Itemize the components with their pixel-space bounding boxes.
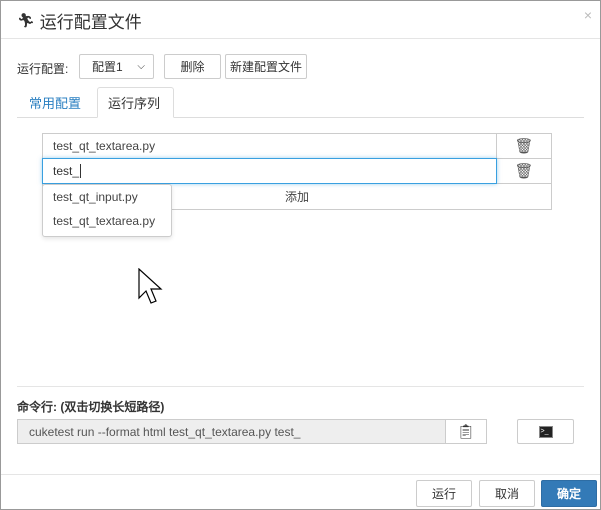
copy-command-button[interactable]: 📋︎ bbox=[445, 419, 487, 444]
tab-sequence[interactable]: 运行序列 bbox=[97, 87, 174, 118]
cancel-button[interactable]: 取消 bbox=[479, 480, 535, 507]
chevron-down-icon: ⌵ bbox=[137, 61, 145, 72]
autocomplete-option[interactable]: test_qt_input.py bbox=[43, 185, 171, 209]
sequence-item[interactable]: test_qt_textarea.py bbox=[42, 133, 497, 159]
run-button[interactable]: 运行 bbox=[416, 480, 472, 507]
command-label: 命令行: (双击切换长短路径) bbox=[17, 400, 165, 414]
ok-button[interactable]: 确定 bbox=[541, 480, 597, 507]
divider bbox=[17, 386, 584, 387]
close-button[interactable]: × bbox=[584, 7, 592, 23]
new-config-button[interactable]: 新建配置文件 bbox=[225, 54, 307, 79]
open-terminal-button[interactable]: >_ bbox=[517, 419, 574, 444]
config-select[interactable]: 配置1 ⌵ bbox=[79, 54, 154, 79]
autocomplete-option[interactable]: test_qt_textarea.py bbox=[43, 209, 171, 233]
config-label: 运行配置: bbox=[17, 62, 69, 76]
command-field[interactable]: cuketest run --format html test_qt_texta… bbox=[17, 419, 446, 444]
terminal-icon: >_ bbox=[538, 425, 553, 438]
clipboard-icon: 📋︎ bbox=[457, 423, 475, 439]
divider bbox=[1, 474, 600, 475]
run-config-dialog: 🏃︎ 运行配置文件 × 运行配置: 配置1 ⌵ 删除 新建配置文件 常用配置 运… bbox=[0, 0, 601, 510]
delete-item-button[interactable]: 🗑︎ bbox=[496, 158, 552, 184]
delete-config-button[interactable]: 删除 bbox=[164, 54, 221, 79]
divider bbox=[1, 38, 600, 39]
autocomplete-menu: test_qt_input.py test_qt_textarea.py bbox=[42, 184, 172, 237]
mouse-cursor-icon bbox=[138, 268, 163, 304]
dialog-title: 🏃︎ 运行配置文件 bbox=[17, 12, 142, 32]
delete-item-button[interactable]: 🗑︎ bbox=[496, 133, 552, 159]
trash-icon: 🗑︎ bbox=[514, 163, 534, 180]
run-icon: 🏃︎ bbox=[17, 12, 35, 28]
trash-icon: 🗑︎ bbox=[514, 138, 534, 155]
sequence-item-input[interactable]: test_ bbox=[42, 158, 497, 184]
tab-common[interactable]: 常用配置 bbox=[19, 87, 91, 118]
